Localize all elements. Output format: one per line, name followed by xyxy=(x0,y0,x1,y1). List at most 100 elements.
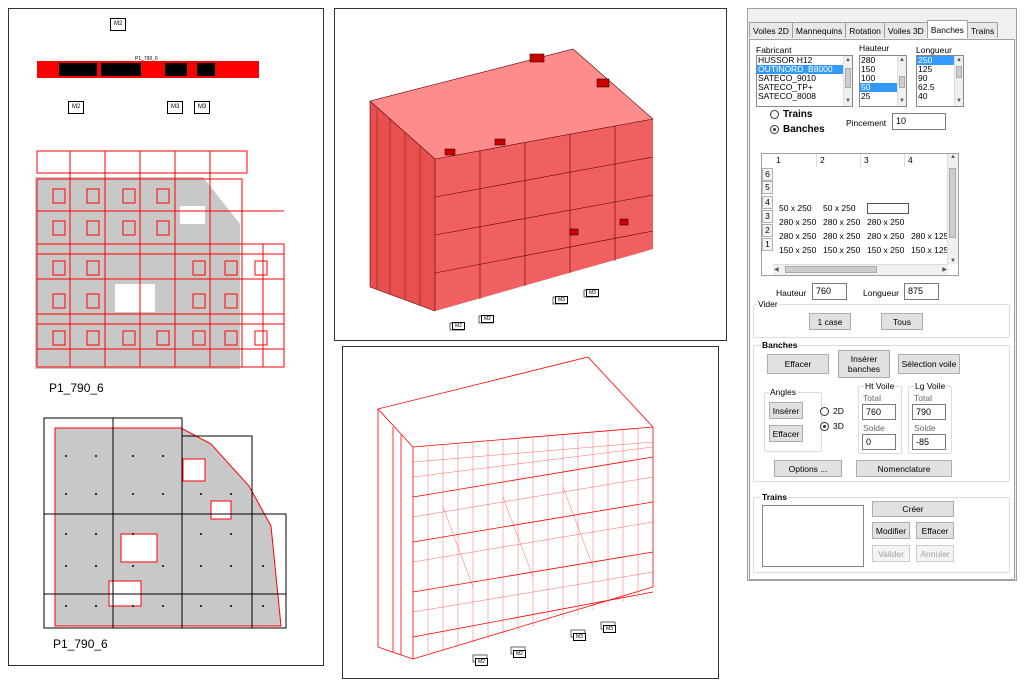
grid-cell[interactable]: 280 x 250 xyxy=(779,230,816,243)
banches-dialog: Voiles 2D Mannequins Rotation Voiles 3D … xyxy=(747,8,1017,581)
label-tag-3d-bottom-4: M3 xyxy=(603,625,616,633)
selection-voile-button[interactable]: Sélection voile xyxy=(898,354,960,374)
label-tag-3d-bottom-1: M2 xyxy=(475,658,488,666)
grid-cell[interactable]: 280 x 250 xyxy=(823,216,860,229)
ht-total-input[interactable]: 760 xyxy=(862,404,896,420)
scroll-thumb[interactable] xyxy=(949,168,956,238)
scroll-up-icon[interactable]: ▲ xyxy=(948,154,958,160)
formwork-3d-wireframe xyxy=(377,356,654,663)
plan-view-panel: M2 P1_790_6 M2 M3 M3 P1_790_6 P1_790_6 xyxy=(8,8,324,666)
scroll-down-icon[interactable]: ▼ xyxy=(955,97,963,106)
lg-solde-label: Solde xyxy=(914,423,936,433)
tab-banches[interactable]: Banches xyxy=(926,20,968,38)
grid-hscrollbar[interactable]: ◀ ▶ xyxy=(773,264,948,275)
grid-cell[interactable]: 50 x 250 xyxy=(823,202,856,215)
fabricant-scrollbar[interactable]: ▲ ▼ xyxy=(843,56,852,106)
lg-total-input[interactable]: 790 xyxy=(912,404,946,420)
grid-vscrollbar[interactable]: ▲ ▼ xyxy=(947,154,958,264)
view-3d-solid-panel xyxy=(334,8,727,341)
longueur-total-input[interactable]: 875 xyxy=(904,283,939,300)
scroll-up-icon[interactable]: ▲ xyxy=(844,56,852,65)
banches-group-label: Banches xyxy=(761,340,799,350)
hauteur-label: Hauteur xyxy=(859,43,890,53)
tab-voiles-3d[interactable]: Voiles 3D xyxy=(883,22,928,38)
label-tag-m2: M2 xyxy=(68,101,85,114)
fabricant-listbox[interactable]: HUSSOR H12 OUTINORD_B8000 SATECO_9010 SA… xyxy=(756,55,853,107)
grid-cell[interactable]: 280 x 250 xyxy=(867,216,904,229)
grid-cell[interactable]: 150 x 250 xyxy=(867,244,904,257)
effacer-button[interactable]: Effacer xyxy=(767,354,829,374)
grid-cell[interactable]: 150 x 250 xyxy=(823,244,860,257)
grid-col-header: 3 xyxy=(861,154,905,167)
label-tag-3d-top-4: M3 xyxy=(586,289,599,297)
scroll-thumb[interactable] xyxy=(956,66,962,78)
angles-inserer-button[interactable]: Insérer xyxy=(769,402,803,419)
inserer-banches-button[interactable]: Insérer banches xyxy=(838,350,890,378)
list-item[interactable]: SATECO_8008 xyxy=(757,92,852,101)
scroll-thumb[interactable] xyxy=(785,266,877,273)
lg-solde-input[interactable]: -85 xyxy=(912,434,946,450)
trains-effacer-button[interactable]: Effacer xyxy=(916,522,954,539)
grid-cell[interactable]: 280 x 250 xyxy=(779,216,816,229)
longueur-total-label: Longueur xyxy=(863,288,899,298)
plan-caption-bottom: P1_790_6 xyxy=(53,637,108,651)
scroll-left-icon[interactable]: ◀ xyxy=(774,265,779,275)
fabricant-label: Fabricant xyxy=(756,45,792,55)
ht-total-label: Total xyxy=(863,393,881,403)
longueur-listbox[interactable]: 250 125 90 62.5 40 ▲ ▼ xyxy=(916,55,964,107)
tab-trains[interactable]: Trains xyxy=(966,22,999,38)
modifier-button[interactable]: Modifier xyxy=(872,522,910,539)
tab-content-banches: Fabricant HUSSOR H12 OUTINORD_B8000 SATE… xyxy=(749,39,1015,580)
radio-trains[interactable] xyxy=(770,110,779,119)
grid-cell-edit[interactable] xyxy=(867,203,909,214)
scroll-up-icon[interactable]: ▲ xyxy=(955,56,963,65)
label-tag-3d-bottom-3: M3 xyxy=(573,633,586,641)
scroll-thumb[interactable] xyxy=(845,68,851,88)
scroll-down-icon[interactable]: ▼ xyxy=(948,258,958,264)
grid-cell[interactable]: 280 x 125 xyxy=(911,230,948,243)
lg-voile-label: Lg Voile xyxy=(914,381,947,391)
scroll-up-icon[interactable]: ▲ xyxy=(898,56,906,65)
grid-cell[interactable]: 150 x 125 xyxy=(911,244,948,257)
grid-row-header: 6 xyxy=(762,168,773,181)
scroll-down-icon[interactable]: ▼ xyxy=(898,97,906,106)
longueur-scrollbar[interactable]: ▲ ▼ xyxy=(954,56,963,106)
creer-button[interactable]: Créer xyxy=(872,501,954,517)
radio-banches-label: Banches xyxy=(783,124,825,135)
view-3d-wireframe-panel xyxy=(342,346,719,679)
hauteur-total-input[interactable]: 760 xyxy=(812,283,847,300)
scroll-right-icon[interactable]: ▶ xyxy=(942,265,947,275)
grid-row-header: 4 xyxy=(762,196,773,209)
grid-row-header: 5 xyxy=(762,181,773,194)
tab-mannequins[interactable]: Mannequins xyxy=(791,22,847,38)
pincement-input[interactable]: 10 xyxy=(892,113,946,130)
tab-voiles-2d[interactable]: Voiles 2D xyxy=(749,22,793,38)
vider-tous-button[interactable]: Tous xyxy=(881,313,923,330)
grid-cell[interactable]: 280 x 250 xyxy=(867,230,904,243)
hauteur-listbox[interactable]: 280 150 100 50 25 ▲ ▼ xyxy=(859,55,907,107)
scroll-down-icon[interactable]: ▼ xyxy=(844,97,852,106)
vider-1case-button[interactable]: 1 case xyxy=(809,313,851,330)
angles-effacer-button[interactable]: Effacer xyxy=(769,425,803,442)
formwork-3d-solid xyxy=(369,48,654,331)
radio-3d[interactable] xyxy=(820,422,829,431)
tab-rotation[interactable]: Rotation xyxy=(845,22,885,38)
longueur-label: Longueur xyxy=(916,45,952,55)
grid-cell[interactable]: 50 x 250 xyxy=(779,202,812,215)
beam-strip xyxy=(37,61,259,78)
banches-grid[interactable]: 1 2 3 4 6 5 4 3 2 1 50 x 250 50 x 250 28… xyxy=(761,153,959,276)
scroll-thumb[interactable] xyxy=(899,76,905,88)
nomenclature-button[interactable]: Nomenclature xyxy=(856,460,952,477)
annuler-button[interactable]: Annuler xyxy=(916,545,954,562)
trains-listbox[interactable] xyxy=(762,505,864,567)
grid-cell[interactable]: 280 x 250 xyxy=(823,230,860,243)
label-tag-3d-top-1: M2 xyxy=(452,322,465,330)
options-button[interactable]: Options ... xyxy=(774,460,842,477)
radio-2d[interactable] xyxy=(820,407,829,416)
radio-banches[interactable] xyxy=(770,125,779,134)
label-tag-m2-top: M2 xyxy=(110,18,127,31)
ht-solde-input[interactable]: 0 xyxy=(862,434,896,450)
valider-button[interactable]: Valider xyxy=(872,545,910,562)
hauteur-scrollbar[interactable]: ▲ ▼ xyxy=(897,56,906,106)
grid-cell[interactable]: 150 x 250 xyxy=(779,244,816,257)
